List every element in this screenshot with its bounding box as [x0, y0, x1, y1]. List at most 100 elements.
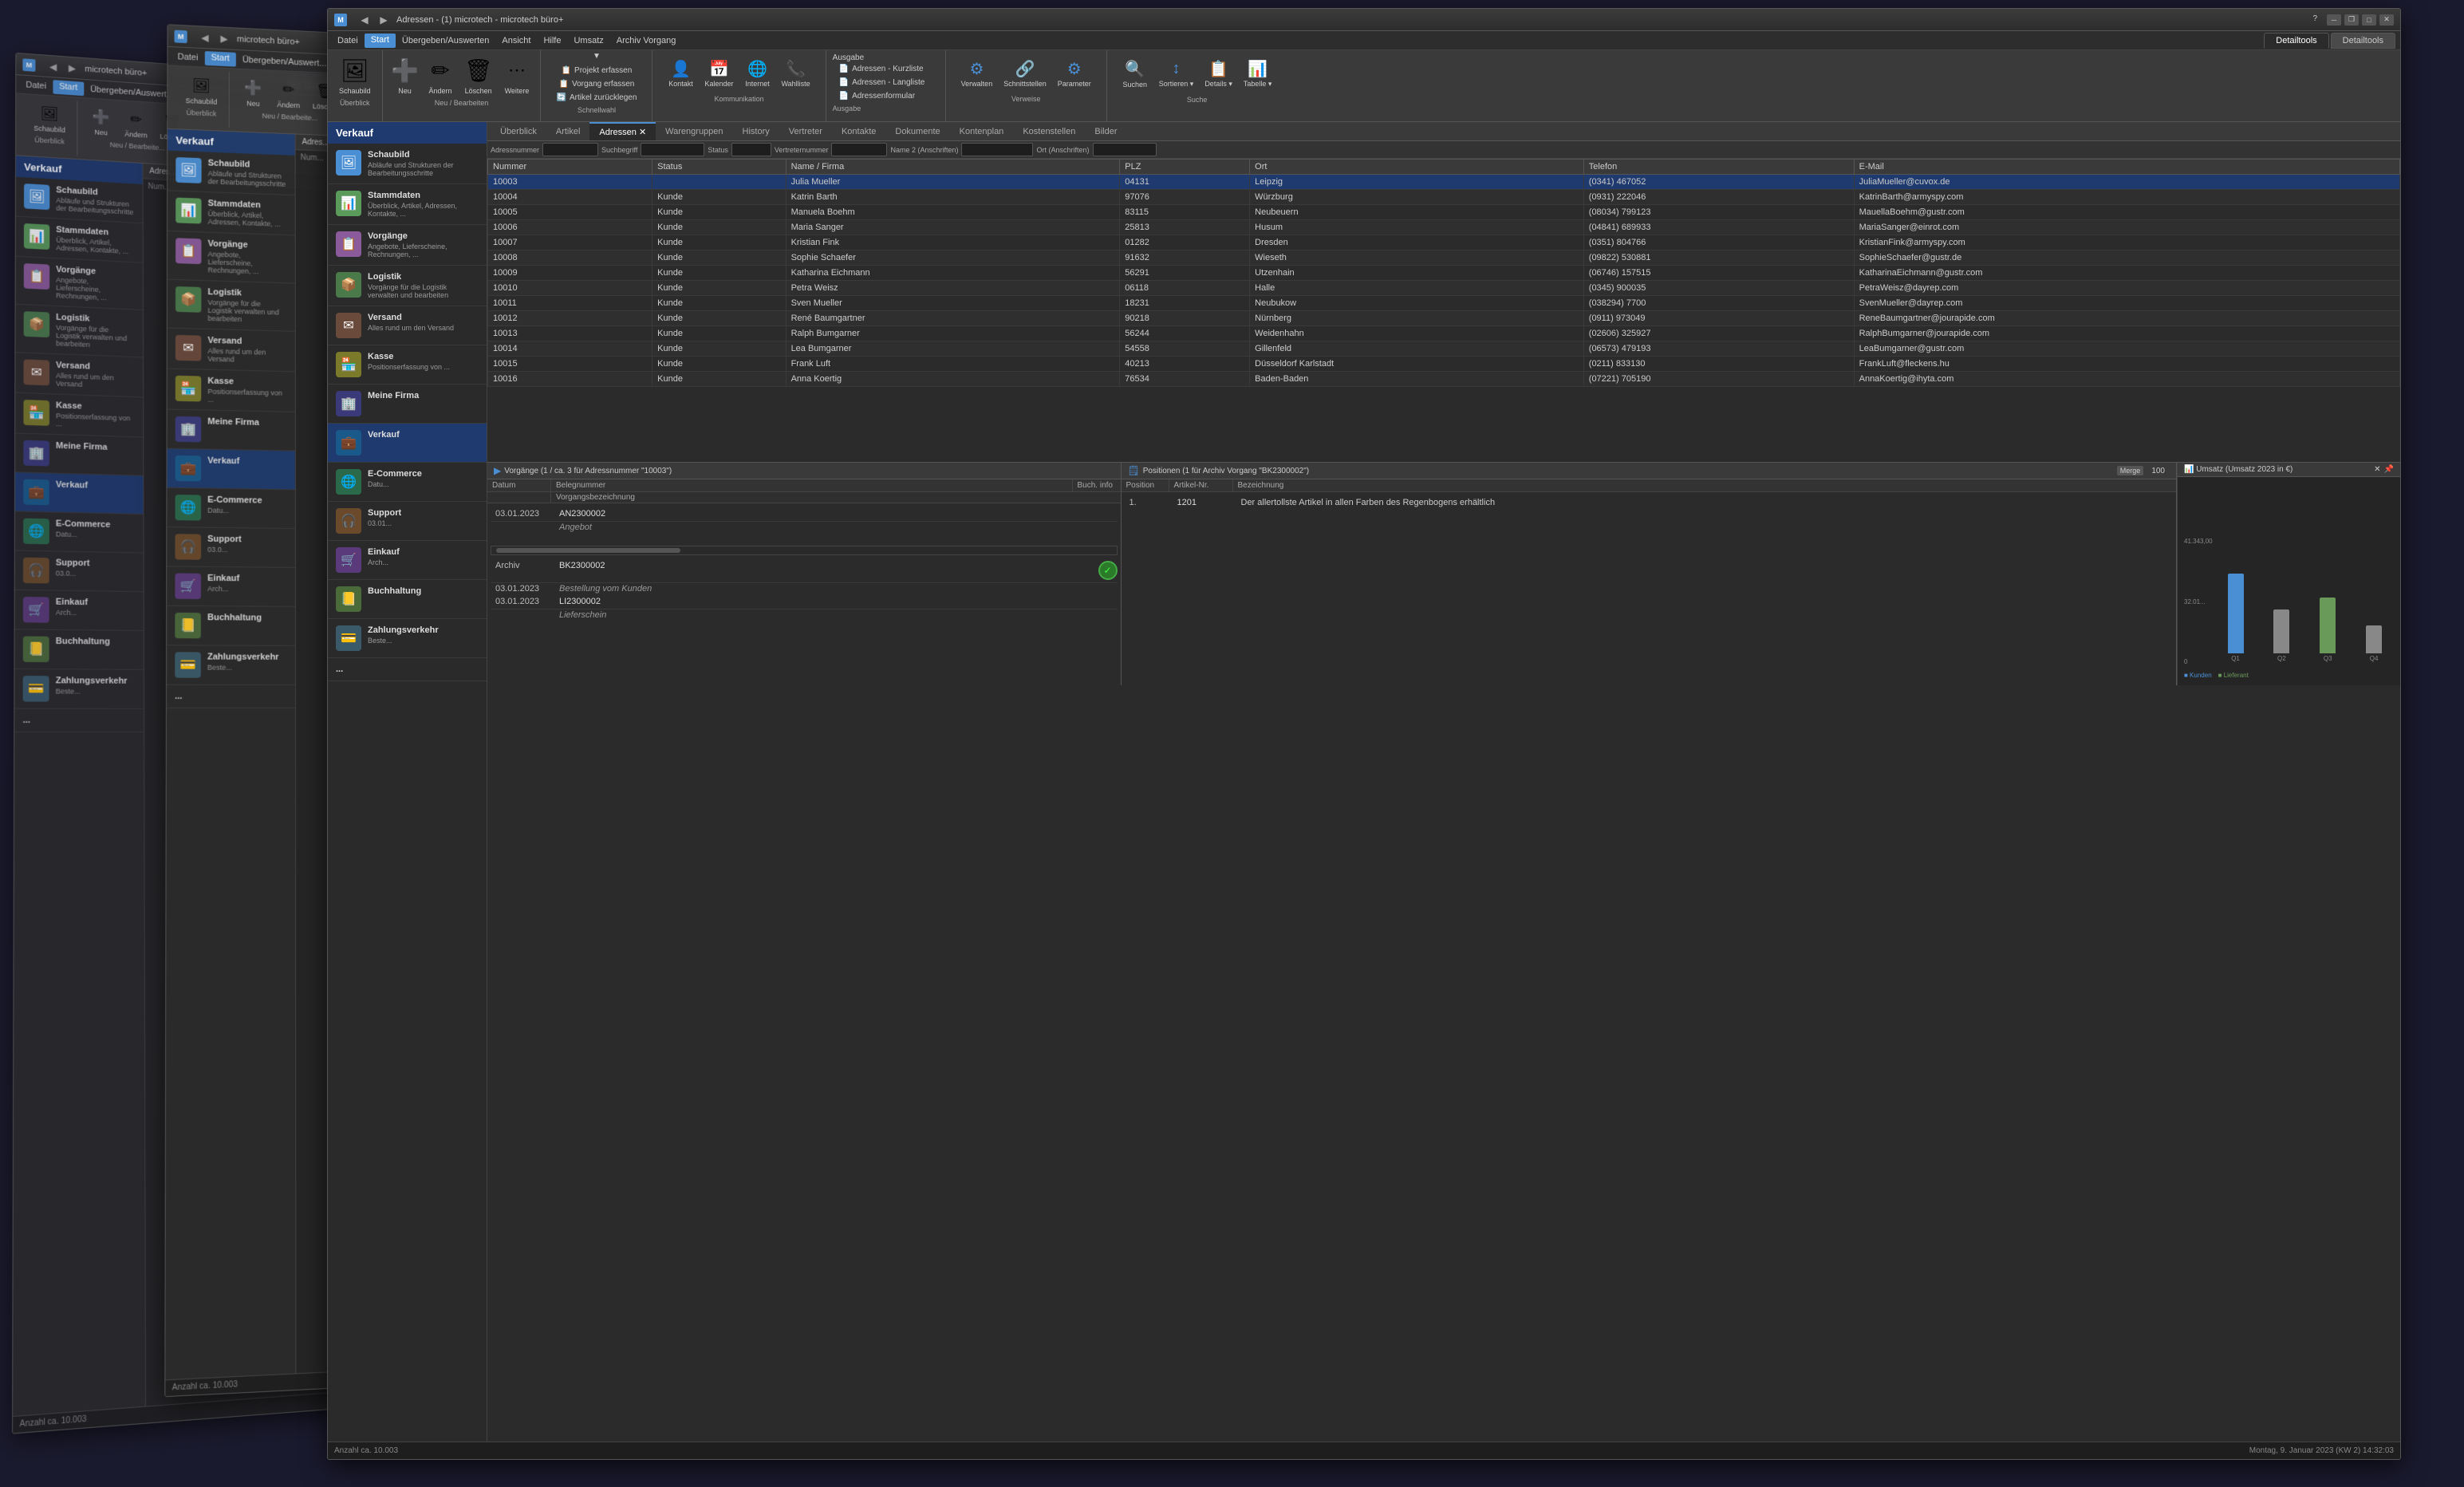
- aendern-btn-1[interactable]: ✏ Ändern: [120, 105, 152, 142]
- tab-kontenplan[interactable]: Kontenplan: [950, 122, 1014, 140]
- s2-logistik[interactable]: 📦 Logistik Vorgänge für die Logistik ver…: [168, 280, 295, 332]
- filter-status-input[interactable]: [731, 143, 771, 156]
- aendern-btn-2[interactable]: ✏ Ändern: [272, 76, 305, 112]
- sidebar-ecom-1[interactable]: 🌐 E-Commerce Datu...: [15, 511, 144, 553]
- restore-btn-main[interactable]: ❐: [2344, 14, 2359, 26]
- qa-back-main[interactable]: ◀: [357, 12, 373, 28]
- filter-ort-input[interactable]: [1093, 143, 1157, 156]
- sidebar-buch-1[interactable]: 📒 Buchhaltung: [14, 629, 143, 670]
- tab-uberblick[interactable]: Überblick: [491, 122, 546, 140]
- table-row[interactable]: 10016 Kunde Anna Koertig 76534 Baden-Bad…: [488, 372, 2400, 387]
- tab-vertreter[interactable]: Vertreter: [779, 122, 832, 140]
- qa-back-1[interactable]: ◀: [45, 58, 61, 75]
- ausgabe-kurz[interactable]: 📄 Adressen - Kurzliste: [833, 62, 930, 76]
- table-row[interactable]: 10015 Kunde Frank Luft 40213 Düsseldorf …: [488, 357, 2400, 372]
- aendern-btn-m[interactable]: ✏ Ändern: [424, 52, 457, 97]
- s2-ecom[interactable]: 🌐 E-Commerce Datu...: [167, 488, 295, 529]
- vg-row-archiv[interactable]: Archiv BK2300002 ✓: [491, 558, 1118, 583]
- chart-pin-icon[interactable]: 📌: [2384, 465, 2394, 474]
- menu-umsatz-m[interactable]: Umsatz: [567, 34, 609, 47]
- ms-verkauf[interactable]: 💼 Verkauf: [328, 424, 487, 463]
- ms-schaubild[interactable]: 🖼 Schaubild Abläufe und Strukturen der B…: [328, 144, 487, 184]
- ms-stamm[interactable]: 📊 Stammdaten Überblick, Artikel, Adresse…: [328, 184, 487, 225]
- table-row[interactable]: 10013 Kunde Ralph Bumgarner 56244 Weiden…: [488, 326, 2400, 341]
- ausgabe-lang[interactable]: 📄 Adressen - Langliste: [833, 76, 932, 89]
- table-row[interactable]: 10005 Kunde Manuela Boehm 83115 Neubeuer…: [488, 205, 2400, 220]
- neu-btn-2[interactable]: ➕ Neu: [237, 74, 269, 111]
- table-row[interactable]: 10003 Julia Mueller 04131 Leipzig (0341)…: [488, 175, 2400, 190]
- sidebar-logistik-1[interactable]: 📦 Logistik Vorgänge für die Logistik ver…: [15, 305, 143, 358]
- s2-vorgaenge[interactable]: 📋 Vorgänge Angebote, Lieferscheine, Rech…: [168, 231, 295, 284]
- ausgabe-form[interactable]: 📄 Adressenformular: [833, 89, 921, 103]
- menu-ansicht-m[interactable]: Ansicht: [495, 34, 537, 47]
- chart-close-icon[interactable]: ✕: [2374, 465, 2380, 474]
- schaubild-btn-m[interactable]: 🖼 Schaubild: [334, 52, 376, 97]
- ms-einkauf[interactable]: 🛒 Einkauf Arch...: [328, 541, 487, 580]
- table-row[interactable]: 10008 Kunde Sophie Schaefer 91632 Wieset…: [488, 250, 2400, 266]
- schnell-vorgang[interactable]: 📋 Vorgang erfassen: [553, 77, 641, 91]
- ms-zahlung[interactable]: 💳 Zahlungsverkehr Beste...: [328, 619, 487, 658]
- th-plz[interactable]: PLZ: [1120, 160, 1250, 175]
- sidebar-zahlung-1[interactable]: 💳 Zahlungsverkehr Beste...: [14, 669, 144, 709]
- vg-scrollbar-thumb[interactable]: [496, 548, 680, 553]
- tab-kontakte[interactable]: Kontakte: [832, 122, 885, 140]
- ms-support[interactable]: 🎧 Support 03.01...: [328, 502, 487, 541]
- s2-support[interactable]: 🎧 Support 03.0...: [167, 527, 295, 568]
- menu-datei-1[interactable]: Datei: [19, 78, 53, 93]
- suchen-btn-m[interactable]: 🔍 Suchen: [1120, 56, 1150, 91]
- sidebar-support-1[interactable]: 🎧 Support 03.0...: [15, 551, 144, 593]
- qa-back-2[interactable]: ◀: [197, 29, 213, 45]
- s2-schaubild[interactable]: 🖼 Schaubild Abläufe und Strukturen der B…: [168, 151, 295, 196]
- details-btn-m[interactable]: 📋 Details ▾: [1202, 55, 1235, 91]
- qa-fwd-2[interactable]: ▶: [216, 30, 232, 47]
- filter-suchbegriff-input[interactable]: [641, 143, 704, 156]
- s2-kasse[interactable]: 🏪 Kasse Positionserfassung von ...: [168, 369, 295, 412]
- ms-ecom[interactable]: 🌐 E-Commerce Datu...: [328, 463, 487, 502]
- table-row[interactable]: 10010 Kunde Petra Weisz 06118 Halle (034…: [488, 281, 2400, 296]
- kalender-btn-m[interactable]: 📅 Kalender: [702, 55, 735, 90]
- s2-firma[interactable]: 🏢 Meine Firma: [168, 410, 295, 452]
- schaubild-btn-2[interactable]: 🖼 Schaubild: [180, 71, 222, 108]
- table-row[interactable]: 10009 Kunde Katharina Eichmann 56291 Utz…: [488, 266, 2400, 281]
- neu-btn-1[interactable]: ➕ Neu: [85, 103, 117, 140]
- sidebar-stamm-1[interactable]: 📊 Stammdaten Überblick, Artikel, Adresse…: [16, 217, 143, 263]
- menu-uebergeben-2[interactable]: Übergeben/Auswert...: [236, 53, 333, 69]
- tab-adressen[interactable]: Adressen ✕: [589, 122, 656, 140]
- menu-start-m[interactable]: Start: [365, 34, 396, 48]
- th-ort[interactable]: Ort: [1250, 160, 1584, 175]
- table-row[interactable]: 10011 Kunde Sven Mueller 18231 Neubukow …: [488, 296, 2400, 311]
- menu-archiv-m[interactable]: Archiv Vorgang: [610, 34, 683, 47]
- sidebar-kasse-1[interactable]: 🏪 Kasse Positionserfassung von ...: [15, 393, 143, 438]
- table-row[interactable]: 10012 Kunde René Baumgartner 90218 Nürnb…: [488, 311, 2400, 326]
- th-status[interactable]: Status: [652, 160, 786, 175]
- kontakt-btn-m[interactable]: 👤 Kontakt: [665, 55, 696, 90]
- tab-kostenstellen[interactable]: Kostenstellen: [1013, 122, 1085, 140]
- table-row[interactable]: 10007 Kunde Kristian Fink 01282 Dresden …: [488, 235, 2400, 250]
- tab-warengruppen[interactable]: Warengruppen: [656, 122, 732, 140]
- s2-stamm[interactable]: 📊 Stammdaten Überblick, Artikel, Adresse…: [168, 191, 295, 235]
- s2-buch[interactable]: 📒 Buchhaltung: [167, 606, 295, 646]
- filter-vertr-input[interactable]: [831, 143, 887, 156]
- weitere-btn-m[interactable]: ⋯ Weitere: [500, 52, 534, 97]
- ms-firma[interactable]: 🏢 Meine Firma: [328, 385, 487, 424]
- menu-start-1[interactable]: Start: [53, 80, 84, 96]
- sidebar-vorgaenge-1[interactable]: 📋 Vorgänge Angebote, Lieferscheine, Rech…: [16, 257, 143, 310]
- tab-bilder[interactable]: Bilder: [1085, 122, 1126, 140]
- s2-zahlung[interactable]: 💳 Zahlungsverkehr Beste...: [167, 645, 295, 685]
- menu-datei-2[interactable]: Datei: [171, 50, 204, 65]
- sortieren-btn-m[interactable]: ↕ Sortieren ▾: [1157, 55, 1197, 91]
- tab-artikel[interactable]: Artikel: [546, 122, 590, 140]
- sidebar-verkauf-1[interactable]: 💼 Verkauf: [15, 472, 144, 515]
- detail-tools-tab-1[interactable]: Detailtools: [2264, 33, 2328, 49]
- loeschen-btn-m[interactable]: 🗑 Löschen: [460, 52, 497, 97]
- schnittstellen-btn-m[interactable]: 🔗 Schnittstellen: [1001, 55, 1049, 90]
- help-btn[interactable]: ?: [2312, 14, 2317, 26]
- wahlliste-btn-m[interactable]: 📞 Wahlliste: [779, 55, 812, 90]
- tabelle-btn-m[interactable]: 📊 Tabelle ▾: [1241, 55, 1275, 91]
- sidebar-schaubild-1[interactable]: 🖼 Schaubild Abläufe und Strukturen der B…: [16, 177, 143, 224]
- th-email[interactable]: E-Mail: [1854, 160, 2399, 175]
- filter-adressnr-input[interactable]: [542, 143, 598, 156]
- sidebar-versand-1[interactable]: ✉ Versand Alles rund um den Versand: [15, 353, 143, 397]
- pos-row-1[interactable]: 1. 1201 Der allertollste Artikel in alle…: [1125, 495, 2174, 510]
- tab-history[interactable]: History: [733, 122, 779, 140]
